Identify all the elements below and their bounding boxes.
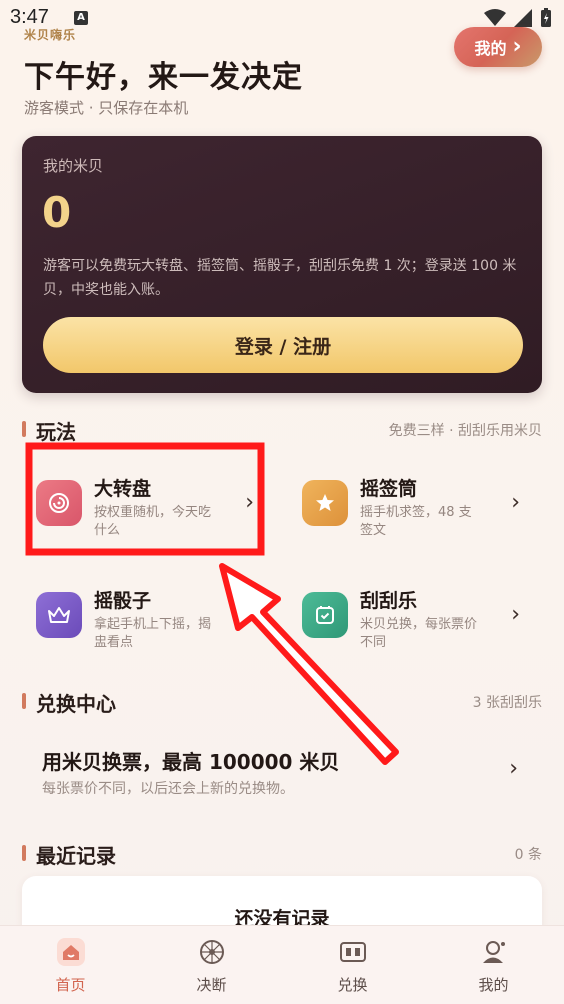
chevron-right-icon: ›	[509, 756, 518, 781]
game-name: 大转盘	[94, 478, 152, 500]
exchange-card[interactable]: 用米贝换票，最高 100000 米贝 每张票价不同，以后还会上新的兑换物。 ›	[22, 720, 542, 820]
signal-icon	[514, 9, 532, 27]
tab-label: 决断	[196, 976, 227, 994]
points-value: 0	[42, 188, 72, 237]
exchange-card-desc: 每张票价不同，以后还会上新的兑换物。	[42, 781, 294, 797]
star-icon	[302, 480, 348, 526]
chevron-right-icon: ›	[511, 490, 520, 515]
tab-exchange[interactable]: 兑换	[282, 926, 423, 1004]
my-button[interactable]: 我的 ›	[454, 27, 542, 67]
my-button-label: 我的	[474, 39, 507, 58]
login-register-button[interactable]: 登录 / 注册	[43, 317, 523, 373]
games-section-meta: 免费三样 · 刮刮乐用米贝	[388, 423, 542, 439]
tab-label: 兑换	[337, 976, 368, 994]
tab-decide[interactable]: 决断	[141, 926, 282, 1004]
game-desc: 米贝兑换，每张票价不同	[360, 617, 478, 650]
records-section-header: 最近记录 0 条	[22, 840, 542, 868]
game-dice[interactable]: 摇骰子 拿起手机上下摇，揭盅看点 ›	[24, 562, 264, 652]
game-name: 摇骰子	[94, 590, 152, 612]
game-desc: 按权重随机，今天吃什么	[94, 505, 212, 538]
tab-label: 我的	[478, 976, 509, 994]
tab-profile[interactable]: 我的	[423, 926, 564, 1004]
records-section-meta: 0 条	[514, 847, 542, 863]
bottom-tab-bar: 首页 决断 兑换 我的	[0, 925, 564, 1004]
profile-icon	[478, 936, 510, 968]
game-name: 摇签筒	[360, 478, 418, 500]
exchange-icon	[337, 936, 369, 968]
tab-label: 首页	[55, 976, 86, 994]
exchange-card-title: 用米贝换票，最高 100000 米贝	[42, 750, 340, 774]
wifi-icon	[484, 9, 506, 26]
ticket-icon	[302, 592, 348, 638]
chevron-right-icon: ›	[245, 602, 254, 627]
chevron-right-icon: ›	[511, 602, 520, 627]
chevron-right-icon: ›	[245, 490, 254, 515]
points-label: 我的米贝	[43, 157, 104, 175]
section-accent-bar	[22, 693, 26, 709]
battery-icon	[541, 8, 551, 27]
status-icons	[484, 8, 552, 28]
page-title: 下午好，来一发决定	[24, 60, 303, 95]
exchange-section-meta: 3 张刮刮乐	[472, 695, 542, 711]
crown-icon	[36, 592, 82, 638]
games-section-header: 玩法 免费三样 · 刮刮乐用米贝	[22, 416, 542, 444]
game-desc: 摇手机求签，48 支签文	[360, 505, 472, 538]
points-card: 我的米贝 0 游客可以免费玩大转盘、摇签筒、摇骰子，刮刮乐免费 1 次；登录送 …	[22, 136, 542, 393]
game-wheel[interactable]: 大转盘 按权重随机，今天吃什么 ›	[24, 450, 264, 540]
games-section-title: 玩法	[36, 420, 76, 444]
mode-subtitle: 游客模式 · 只保存在本机	[24, 99, 189, 117]
chevron-right-icon: ›	[512, 34, 522, 59]
notification-icon: A	[74, 11, 88, 25]
records-section-title: 最近记录	[36, 844, 116, 868]
section-accent-bar	[22, 421, 26, 437]
wheel-icon	[36, 480, 82, 526]
game-scratch-card[interactable]: 刮刮乐 米贝兑换，每张票价不同 ›	[290, 562, 530, 652]
game-fortune-sticks[interactable]: 摇签筒 摇手机求签，48 支签文 ›	[290, 450, 530, 540]
exchange-section-header: 兑换中心 3 张刮刮乐	[22, 688, 542, 716]
section-accent-bar	[22, 845, 26, 861]
game-desc: 拿起手机上下摇，揭盅看点	[94, 617, 212, 650]
game-name: 刮刮乐	[360, 590, 418, 612]
exchange-section-title: 兑换中心	[36, 692, 116, 716]
points-description: 游客可以免费玩大转盘、摇签筒、摇骰子，刮刮乐免费 1 次；登录送 100 米贝，…	[43, 258, 517, 298]
tab-home[interactable]: 首页	[0, 926, 141, 1004]
decide-icon	[196, 936, 228, 968]
home-icon	[55, 936, 87, 968]
app-brand: 米贝嗨乐	[24, 28, 77, 42]
